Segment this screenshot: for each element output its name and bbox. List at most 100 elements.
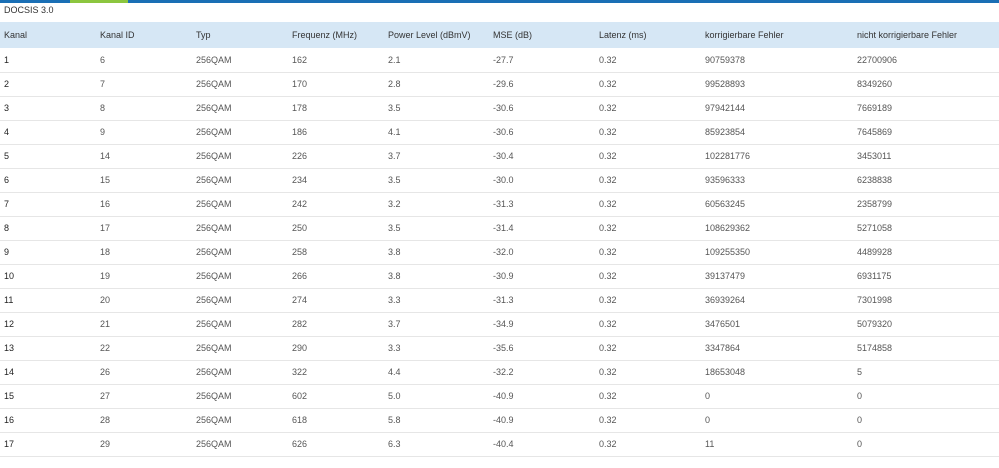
- cell-korrigierbare-fehler: 109255350: [705, 247, 751, 257]
- cell-korrigierbare-fehler: 39137479: [705, 271, 746, 281]
- cell-kanal-id: 16: [100, 199, 111, 209]
- cell-mse: -34.9: [493, 319, 514, 329]
- cell-power-level: 3.7: [388, 151, 401, 161]
- cell-nicht-korrigierbare-fehler: 5271058: [857, 223, 893, 233]
- cell-power-level: 5.0: [388, 391, 401, 401]
- cell-korrigierbare-fehler: 18653048: [705, 367, 746, 377]
- cell-mse: -30.9: [493, 271, 514, 281]
- table-row: 13 22 256QAM 290 3.3 -35.6 0.32 3347864 5174858: [0, 336, 999, 360]
- cell-latenz: 0.32: [599, 151, 617, 161]
- cell-power-level: 3.3: [388, 343, 401, 353]
- cell-korrigierbare-fehler: 97942144: [705, 103, 746, 113]
- cell-kanal-id: 19: [100, 271, 111, 281]
- cell-kanal-id: 27: [100, 391, 111, 401]
- cell-power-level: 3.8: [388, 247, 401, 257]
- cell-korrigierbare-fehler: 90759378: [705, 54, 746, 65]
- column-header-power-level: Power Level (dBmV): [388, 30, 471, 40]
- cell-frequenz: 234: [292, 175, 308, 185]
- cell-power-level: 3.5: [388, 223, 401, 233]
- table-row: 15 27 256QAM 602 5.0 -40.9 0.32 0 0: [0, 384, 999, 408]
- docsis-channel-table: Kanal Kanal ID Typ Frequenz (MHz) Power …: [0, 22, 999, 457]
- cell-typ: 256QAM: [196, 151, 232, 161]
- cell-power-level: 2.8: [388, 79, 401, 89]
- cell-kanal: 12: [4, 319, 15, 329]
- cell-korrigierbare-fehler: 3347864: [705, 343, 741, 353]
- cell-korrigierbare-fehler: 85923854: [705, 127, 746, 137]
- cell-latenz: 0.32: [599, 271, 617, 281]
- cell-latenz: 0.32: [599, 295, 617, 305]
- cell-typ: 256QAM: [196, 127, 232, 137]
- cell-latenz: 0.32: [599, 415, 617, 425]
- cell-power-level: 2.1: [388, 54, 401, 65]
- cell-korrigierbare-fehler: 3476501: [705, 319, 741, 329]
- table-row: 4 9 256QAM 186 4.1 -30.6 0.32 85923854 7645869: [0, 120, 999, 144]
- cell-nicht-korrigierbare-fehler: 22700906: [857, 54, 898, 65]
- active-tab-indicator[interactable]: [70, 0, 128, 3]
- column-header-mse: MSE (dB): [493, 30, 533, 40]
- cell-kanal: 11: [4, 295, 14, 305]
- cell-nicht-korrigierbare-fehler: 6238838: [857, 175, 893, 185]
- cell-nicht-korrigierbare-fehler: 7301998: [857, 295, 893, 305]
- cell-power-level: 4.4: [388, 367, 401, 377]
- cell-latenz: 0.32: [599, 391, 617, 401]
- cell-korrigierbare-fehler: 108629362: [705, 223, 751, 233]
- cell-kanal: 7: [4, 199, 10, 209]
- table-row: 9 18 256QAM 258 3.8 -32.0 0.32 109255350 4489928: [0, 240, 999, 264]
- cell-frequenz: 178: [292, 103, 308, 113]
- cell-mse: -29.6: [493, 79, 514, 89]
- cell-latenz: 0.32: [599, 223, 617, 233]
- cell-mse: -35.6: [493, 343, 514, 353]
- cell-kanal: 13: [4, 343, 15, 353]
- cell-korrigierbare-fehler: 102281776: [705, 151, 751, 161]
- top-navigation-bar: [0, 0, 999, 3]
- cell-power-level: 4.1: [388, 127, 401, 137]
- cell-kanal-id: 26: [100, 367, 111, 377]
- cell-kanal-id: 18: [100, 247, 111, 257]
- cell-typ: 256QAM: [196, 175, 232, 185]
- cell-kanal-id: 14: [100, 151, 111, 161]
- cell-nicht-korrigierbare-fehler: 6931175: [857, 271, 892, 281]
- table-header-row: Kanal Kanal ID Typ Frequenz (MHz) Power …: [0, 22, 999, 48]
- cell-frequenz: 618: [292, 415, 308, 425]
- table-row: 14 26 256QAM 322 4.4 -32.2 0.32 18653048 5: [0, 360, 999, 384]
- cell-kanal: 10: [4, 271, 15, 281]
- cell-frequenz: 250: [292, 223, 308, 233]
- cell-korrigierbare-fehler: 36939264: [705, 295, 746, 305]
- cell-frequenz: 282: [292, 319, 308, 329]
- cell-mse: -40.4: [493, 439, 514, 449]
- cell-korrigierbare-fehler: 99528893: [705, 79, 746, 89]
- cell-typ: 256QAM: [196, 343, 232, 353]
- cell-kanal: 1: [4, 54, 10, 65]
- cell-typ: 256QAM: [196, 247, 232, 257]
- cell-frequenz: 602: [292, 391, 308, 401]
- table-row: 8 17 256QAM 250 3.5 -31.4 0.32 108629362 5271058: [0, 216, 999, 240]
- cell-nicht-korrigierbare-fehler: 2358799: [857, 199, 893, 209]
- cell-korrigierbare-fehler: 60563245: [705, 199, 746, 209]
- cell-kanal-id: 15: [100, 175, 111, 185]
- cell-nicht-korrigierbare-fehler: 3453011: [857, 151, 892, 161]
- cell-kanal-id: 7: [100, 79, 106, 89]
- cell-typ: 256QAM: [196, 223, 232, 233]
- cell-kanal: 15: [4, 391, 15, 401]
- cell-frequenz: 162: [292, 54, 308, 65]
- cell-kanal-id: 21: [100, 319, 111, 329]
- cell-power-level: 3.5: [388, 175, 401, 185]
- cell-typ: 256QAM: [196, 439, 232, 449]
- cell-kanal: 17: [4, 439, 15, 449]
- cell-latenz: 0.32: [599, 199, 617, 209]
- cell-latenz: 0.32: [599, 127, 617, 137]
- cell-kanal: 8: [4, 223, 10, 233]
- section-title: DOCSIS 3.0: [4, 5, 54, 15]
- cell-mse: -30.6: [493, 103, 514, 113]
- table-row: 5 14 256QAM 226 3.7 -30.4 0.32 102281776 3453011: [0, 144, 999, 168]
- cell-kanal-id: 28: [100, 415, 111, 425]
- cell-nicht-korrigierbare-fehler: 5174858: [857, 343, 893, 353]
- cell-kanal: 6: [4, 175, 10, 185]
- cell-kanal: 14: [4, 367, 15, 377]
- cell-frequenz: 242: [292, 199, 308, 209]
- cell-kanal: 5: [4, 151, 10, 161]
- cell-kanal-id: 20: [100, 295, 111, 305]
- table-row: 16 28 256QAM 618 5.8 -40.9 0.32 0 0: [0, 408, 999, 432]
- table-row: 7 16 256QAM 242 3.2 -31.3 0.32 60563245 2358799: [0, 192, 999, 216]
- cell-latenz: 0.32: [599, 319, 617, 329]
